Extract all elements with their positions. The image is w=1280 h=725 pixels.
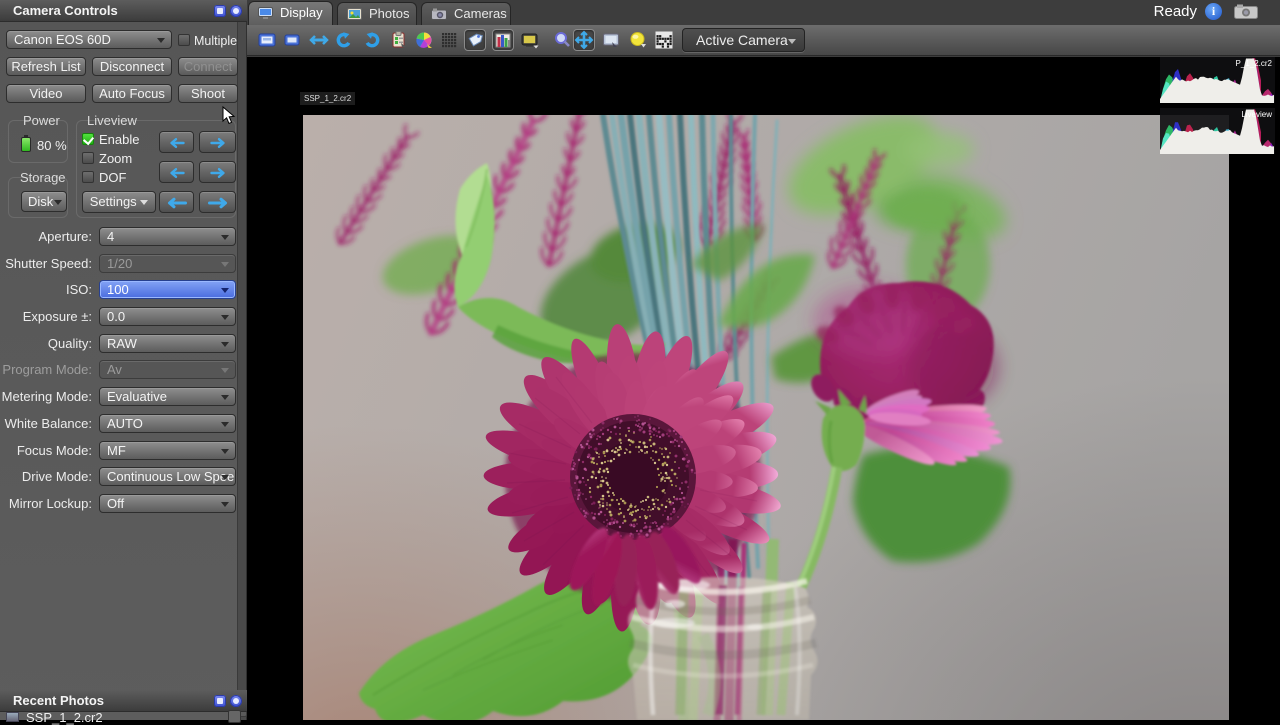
svg-text:P_1_2.cr2: P_1_2.cr2 <box>1236 59 1273 68</box>
svg-text:Liveview: Liveview <box>1241 110 1272 119</box>
